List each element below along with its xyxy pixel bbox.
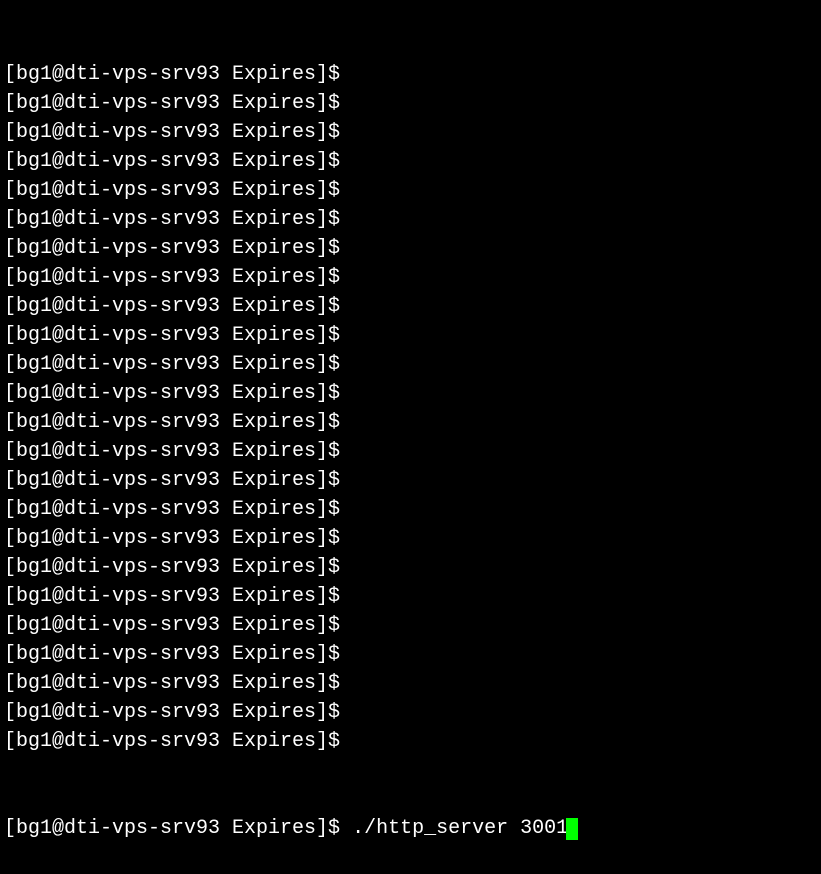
terminal-output: [bg1@dti-vps-srv93 Expires]$ [bg1@dti-vp… [4,60,817,756]
terminal-line: [bg1@dti-vps-srv93 Expires]$ [4,669,817,698]
prompt-text: [bg1@dti-vps-srv93 Expires]$ [4,672,352,695]
terminal-line: [bg1@dti-vps-srv93 Expires]$ [4,234,817,263]
terminal-line: [bg1@dti-vps-srv93 Expires]$ [4,60,817,89]
terminal-line: [bg1@dti-vps-srv93 Expires]$ [4,553,817,582]
terminal-line: [bg1@dti-vps-srv93 Expires]$ [4,147,817,176]
prompt-text: [bg1@dti-vps-srv93 Expires]$ [4,440,352,463]
prompt-text: [bg1@dti-vps-srv93 Expires]$ [4,208,352,231]
prompt-text: [bg1@dti-vps-srv93 Expires]$ [4,817,352,840]
command-text: ./http_server 3001 [352,817,568,840]
prompt-text: [bg1@dti-vps-srv93 Expires]$ [4,121,352,144]
terminal-line: [bg1@dti-vps-srv93 Expires]$ [4,205,817,234]
prompt-text: [bg1@dti-vps-srv93 Expires]$ [4,556,352,579]
prompt-text: [bg1@dti-vps-srv93 Expires]$ [4,266,352,289]
terminal-input-line[interactable]: [bg1@dti-vps-srv93 Expires]$ ./http_serv… [4,814,817,843]
terminal-line: [bg1@dti-vps-srv93 Expires]$ [4,176,817,205]
prompt-text: [bg1@dti-vps-srv93 Expires]$ [4,150,352,173]
prompt-text: [bg1@dti-vps-srv93 Expires]$ [4,411,352,434]
cursor-icon [566,818,578,840]
terminal-line: [bg1@dti-vps-srv93 Expires]$ [4,437,817,466]
prompt-text: [bg1@dti-vps-srv93 Expires]$ [4,730,352,753]
prompt-text: [bg1@dti-vps-srv93 Expires]$ [4,469,352,492]
prompt-text: [bg1@dti-vps-srv93 Expires]$ [4,498,352,521]
prompt-text: [bg1@dti-vps-srv93 Expires]$ [4,179,352,202]
terminal-line: [bg1@dti-vps-srv93 Expires]$ [4,350,817,379]
terminal-line: [bg1@dti-vps-srv93 Expires]$ [4,292,817,321]
terminal-line: [bg1@dti-vps-srv93 Expires]$ [4,321,817,350]
terminal-line: [bg1@dti-vps-srv93 Expires]$ [4,611,817,640]
prompt-text: [bg1@dti-vps-srv93 Expires]$ [4,63,352,86]
prompt-text: [bg1@dti-vps-srv93 Expires]$ [4,643,352,666]
terminal-window[interactable]: [bg1@dti-vps-srv93 Expires]$ [bg1@dti-vp… [0,0,821,874]
prompt-text: [bg1@dti-vps-srv93 Expires]$ [4,585,352,608]
prompt-text: [bg1@dti-vps-srv93 Expires]$ [4,614,352,637]
terminal-line: [bg1@dti-vps-srv93 Expires]$ [4,263,817,292]
terminal-line: [bg1@dti-vps-srv93 Expires]$ [4,118,817,147]
prompt-text: [bg1@dti-vps-srv93 Expires]$ [4,237,352,260]
prompt-text: [bg1@dti-vps-srv93 Expires]$ [4,92,352,115]
prompt-text: [bg1@dti-vps-srv93 Expires]$ [4,701,352,724]
terminal-line: [bg1@dti-vps-srv93 Expires]$ [4,379,817,408]
terminal-line: [bg1@dti-vps-srv93 Expires]$ [4,89,817,118]
terminal-line: [bg1@dti-vps-srv93 Expires]$ [4,582,817,611]
terminal-line: [bg1@dti-vps-srv93 Expires]$ [4,408,817,437]
terminal-line: [bg1@dti-vps-srv93 Expires]$ [4,640,817,669]
terminal-line: [bg1@dti-vps-srv93 Expires]$ [4,524,817,553]
prompt-text: [bg1@dti-vps-srv93 Expires]$ [4,353,352,376]
terminal-line: [bg1@dti-vps-srv93 Expires]$ [4,466,817,495]
prompt-text: [bg1@dti-vps-srv93 Expires]$ [4,324,352,347]
prompt-text: [bg1@dti-vps-srv93 Expires]$ [4,527,352,550]
terminal-line: [bg1@dti-vps-srv93 Expires]$ [4,727,817,756]
prompt-text: [bg1@dti-vps-srv93 Expires]$ [4,295,352,318]
terminal-line: [bg1@dti-vps-srv93 Expires]$ [4,495,817,524]
prompt-text: [bg1@dti-vps-srv93 Expires]$ [4,382,352,405]
